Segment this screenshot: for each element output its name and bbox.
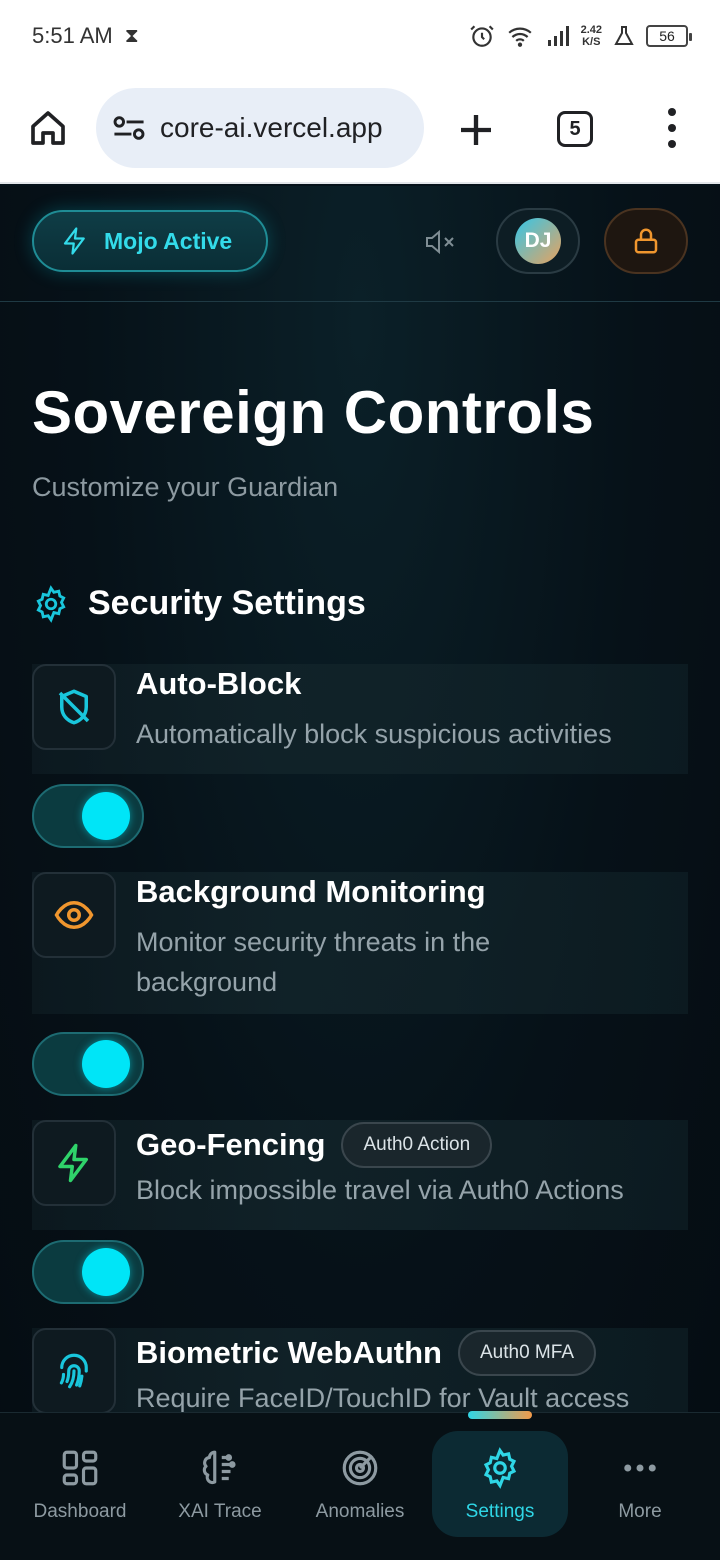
battery-level: 56 [659, 28, 675, 44]
gear-icon [36, 584, 66, 623]
section-title: Security Settings [88, 584, 366, 622]
home-icon[interactable] [28, 108, 68, 148]
more-icon [624, 1464, 656, 1472]
nav-label: More [618, 1501, 662, 1522]
avatar: DJ [515, 218, 561, 264]
battery-icon: 56 [646, 25, 692, 47]
mojo-status-label: Mojo Active [104, 227, 233, 254]
app-header: Mojo Active DJ [0, 186, 720, 302]
auth0-action-badge: Auth0 Action [341, 1122, 493, 1168]
setting-title: Biometric WebAuthn [136, 1335, 442, 1370]
setting-title-row: Background Monitoring [136, 874, 486, 910]
nav-more[interactable]: More [572, 1431, 708, 1537]
toggle-knob [82, 792, 130, 840]
lock-icon [634, 228, 658, 254]
overflow-menu-icon[interactable] [660, 108, 684, 148]
setting-title-row: Biometric WebAuthn Auth0 MFA [136, 1330, 596, 1376]
setting-title: Background Monitoring [136, 874, 486, 909]
nav-settings[interactable]: Settings [432, 1431, 568, 1537]
nav-dashboard[interactable]: Dashboard [12, 1431, 148, 1537]
active-tab-indicator [468, 1411, 532, 1419]
background-monitoring-toggle[interactable] [32, 1032, 144, 1096]
nav-anomalies[interactable]: Anomalies [292, 1431, 428, 1537]
status-icons: 2.42 K/S 56 [469, 23, 692, 49]
dashboard-icon [62, 1450, 98, 1486]
setting-description: Automatically block suspicious activitie… [136, 719, 612, 749]
setting-icon-box [32, 664, 116, 750]
zap-icon [63, 227, 85, 255]
geo-fencing-toggle[interactable] [32, 1240, 144, 1304]
net-speed: 2.42 K/S [581, 24, 602, 48]
net-speed-value: 2.42 [580, 24, 602, 36]
nav-label: XAI Trace [178, 1501, 262, 1522]
tab-switcher-button[interactable]: 5 [557, 111, 593, 147]
radar-icon [342, 1450, 378, 1486]
nav-label: Settings [465, 1501, 535, 1522]
page-subtitle: Customize your Guardian [32, 472, 339, 502]
setting-description: Monitor security threats in the backgrou… [136, 927, 491, 997]
net-speed-unit: K/S [582, 36, 601, 48]
hourglass-icon: ⧗ [124, 24, 139, 47]
address-bar[interactable]: core-ai.vercel.app [96, 88, 424, 168]
shield-off-icon [58, 689, 90, 725]
auto-block-toggle[interactable] [32, 784, 144, 848]
page-title: Sovereign Controls [32, 379, 595, 446]
setting-icon-box [32, 1120, 116, 1206]
status-bar: 5:51 AM ⧗ 2.42 K/S 56 [0, 0, 720, 72]
zap-icon [58, 1143, 88, 1183]
toggle-knob [82, 1040, 130, 1088]
setting-title-row: Geo-Fencing Auth0 Action [136, 1122, 493, 1168]
mojo-status-button[interactable]: Mojo Active [32, 210, 268, 272]
url-text[interactable]: core-ai.vercel.app [160, 112, 383, 144]
flask-icon [614, 26, 634, 45]
eye-icon [54, 900, 94, 930]
nav-label: Anomalies [315, 1501, 405, 1522]
auth0-mfa-badge: Auth0 MFA [458, 1330, 596, 1376]
section-header: Security Settings [32, 584, 366, 623]
gear-icon [483, 1447, 517, 1489]
setting-description: Block impossible travel via Auth0 Action… [136, 1175, 624, 1205]
setting-icon-box [32, 1328, 116, 1414]
fingerprint-icon [59, 1353, 88, 1389]
setting-title: Geo-Fencing [136, 1127, 326, 1162]
browser-toolbar: core-ai.vercel.app 5 [0, 72, 720, 184]
setting-title-row: Auto-Block [136, 666, 301, 702]
lock-button[interactable] [604, 208, 688, 274]
nav-xai-trace[interactable]: XAI Trace [152, 1431, 288, 1537]
wifi-icon [508, 27, 532, 47]
site-settings-icon[interactable] [112, 113, 146, 143]
nav-label: Dashboard [33, 1501, 127, 1522]
status-time: 5:51 AM [32, 23, 113, 48]
app-main: Mojo Active DJ Sovereign Controls Custom… [0, 186, 720, 1560]
brain-icon [202, 1450, 236, 1485]
signal-icon [547, 26, 569, 46]
setting-title: Auto-Block [136, 666, 302, 701]
toggle-knob [82, 1248, 130, 1296]
mute-icon[interactable] [424, 228, 456, 256]
new-tab-icon[interactable] [456, 110, 496, 150]
setting-icon-box [32, 872, 116, 958]
alarm-icon [469, 25, 494, 47]
bottom-navigation: Dashboard XAI Trace Anomalies Settings M… [0, 1411, 720, 1560]
profile-button[interactable]: DJ [496, 208, 580, 274]
